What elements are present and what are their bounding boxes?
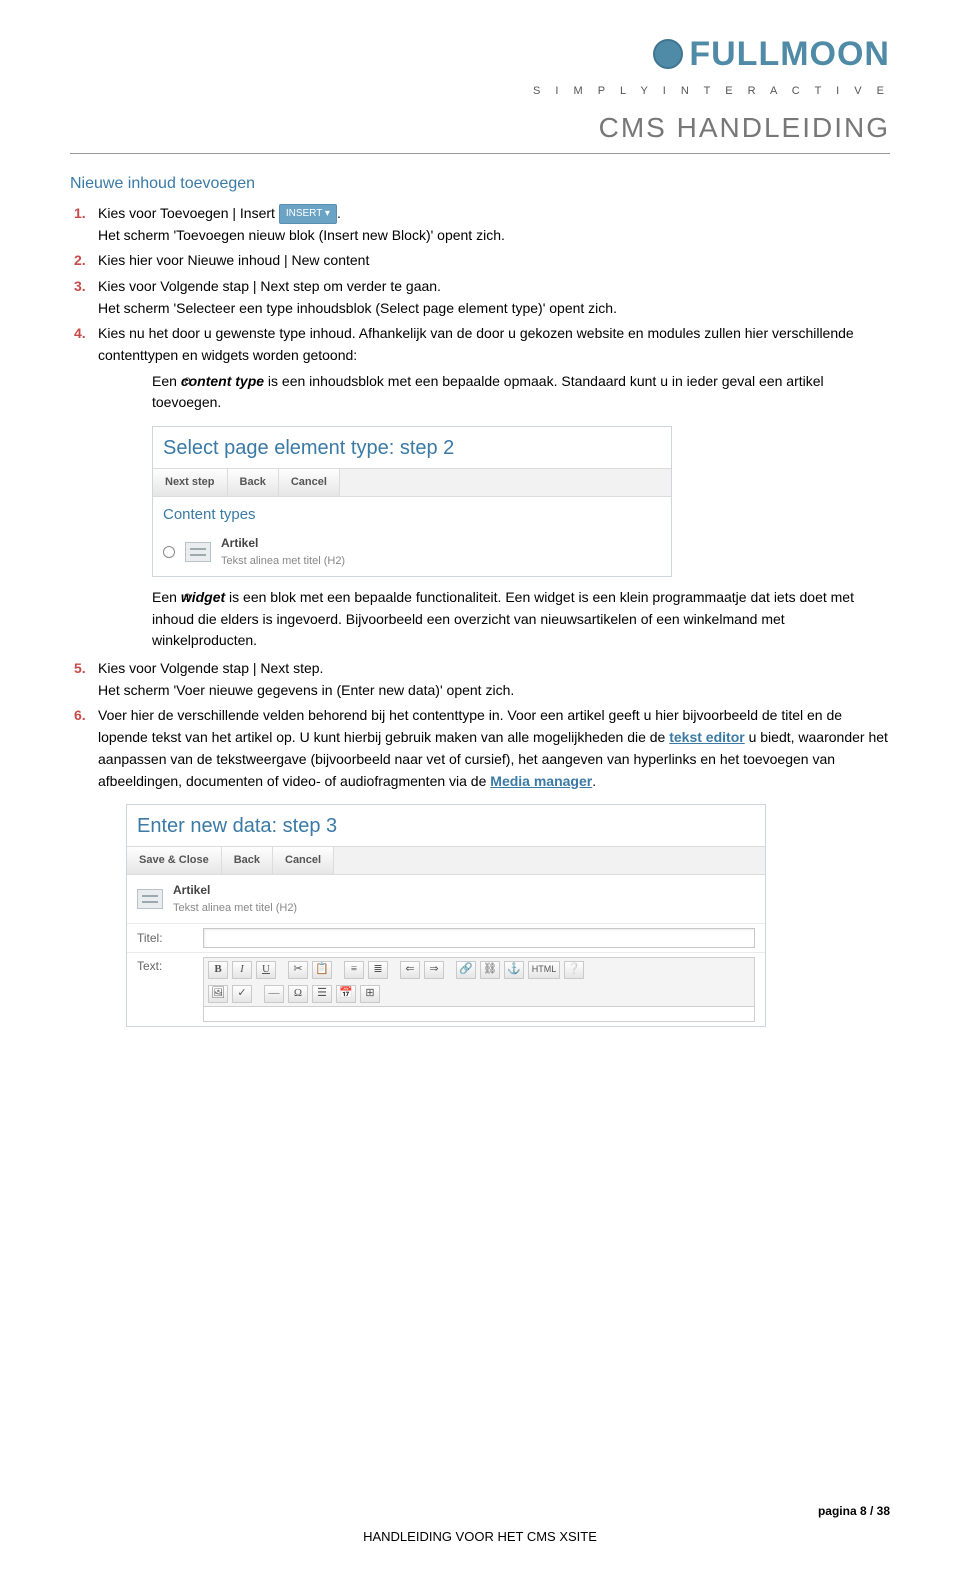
- media-manager-link[interactable]: Media manager: [490, 773, 592, 789]
- footer-title: HANDLEIDING VOOR HET CMS XSITE: [70, 1527, 890, 1547]
- unlink-button[interactable]: ⛓: [480, 961, 500, 979]
- step-text: Kies voor Toevoegen | Insert: [98, 205, 275, 221]
- image-button[interactable]: 🖼: [208, 985, 228, 1003]
- item-subtitle: Tekst alinea met titel (H2): [221, 553, 345, 570]
- brand-tagline: S I M P L Y I N T E R A C T I V E: [533, 83, 890, 100]
- next-step-button[interactable]: Next step: [153, 469, 228, 496]
- anchor-button[interactable]: ⚓: [504, 961, 524, 979]
- item-title: Artikel: [221, 534, 345, 553]
- paste-button[interactable]: 📋: [312, 961, 332, 979]
- html-button[interactable]: HTML: [528, 961, 560, 979]
- more-button[interactable]: ☰: [312, 985, 332, 1003]
- brand-name: FULLMOON: [689, 28, 890, 81]
- table-button[interactable]: ⊞: [360, 985, 380, 1003]
- step-number: 1.: [74, 203, 86, 225]
- title-row: Titel:: [127, 923, 765, 952]
- italic-button[interactable]: I: [232, 961, 252, 979]
- list-ol-button[interactable]: ≣: [368, 961, 388, 979]
- tekst-editor-link[interactable]: tekst editor: [669, 729, 744, 745]
- radio-icon[interactable]: [163, 546, 175, 558]
- back-button[interactable]: Back: [222, 847, 273, 874]
- text-label: Text:: [137, 957, 191, 976]
- section-heading: Nieuwe inhoud toevoegen: [70, 172, 890, 197]
- panel-enter-data: Enter new data: step 3 Save & Close Back…: [126, 804, 766, 1027]
- bold-button[interactable]: B: [208, 961, 228, 979]
- hr-button[interactable]: —: [264, 985, 284, 1003]
- page-footer: pagina 8 / 38 HANDLEIDING VOOR HET CMS X…: [70, 1502, 890, 1547]
- underline-button[interactable]: U: [256, 961, 276, 979]
- step-3: 3. Kies voor Volgende stap | Next step o…: [70, 276, 890, 319]
- article-thumb-icon: [185, 542, 211, 562]
- step-4: 4. Kies nu het door u gewenste type inho…: [70, 323, 890, 652]
- back-button[interactable]: Back: [228, 469, 279, 496]
- cancel-button[interactable]: Cancel: [273, 847, 334, 874]
- spellcheck-button[interactable]: ✓: [232, 985, 252, 1003]
- step-note: Het scherm 'Toevoegen nieuw blok (Insert…: [98, 225, 890, 247]
- insert-badge[interactable]: INSERT ▾: [279, 204, 337, 224]
- title-label: Titel:: [137, 929, 191, 948]
- editor-toolbar: B I U ✂ 📋 ≡ ≣ ⇐ ⇒: [203, 957, 755, 982]
- save-close-button[interactable]: Save & Close: [127, 847, 222, 874]
- text-editor-area[interactable]: [203, 1006, 755, 1022]
- panel-select-type: Select page element type: step 2 Next st…: [152, 426, 672, 577]
- date-button[interactable]: 📅: [336, 985, 356, 1003]
- help-button[interactable]: ❔: [564, 961, 584, 979]
- step-5: 5. Kies voor Volgende stap | Next step. …: [70, 658, 890, 701]
- article-thumb-icon: [137, 889, 163, 909]
- logo-icon: [653, 39, 683, 69]
- outdent-button[interactable]: ⇐: [400, 961, 420, 979]
- title-input[interactable]: [203, 928, 755, 948]
- step-note: Het scherm 'Selecteer een type inhoudsbl…: [98, 298, 890, 320]
- editor-toolbar-2: 🖼 ✓ — Ω ☰ 📅 ⊞: [203, 982, 755, 1006]
- text-row: Text: B I U ✂ 📋 ≡ ≣: [127, 952, 765, 1026]
- step-6: 6. Voer hier de verschillende velden beh…: [70, 705, 890, 1026]
- panel-title: Enter new data: step 3: [127, 805, 765, 846]
- step-2: 2. Kies hier voor Nieuwe inhoud | New co…: [70, 250, 890, 272]
- step-note: Het scherm 'Voer nieuwe gegevens in (Ent…: [98, 680, 890, 702]
- step-4-sub-b: o Een widget is een blok met een bepaald…: [152, 587, 890, 652]
- panel-title: Select page element type: step 2: [153, 427, 671, 468]
- doc-title: CMS HANDLEIDING: [70, 106, 890, 154]
- cut-button[interactable]: ✂: [288, 961, 308, 979]
- link-button[interactable]: 🔗: [456, 961, 476, 979]
- step-4-sub-a: o Een content type is een inhoudsblok me…: [152, 371, 890, 414]
- step-1: 1. Kies voor Toevoegen | Insert INSERT ▾…: [70, 203, 890, 246]
- page-number: pagina 8 / 38: [70, 1502, 890, 1521]
- indent-button[interactable]: ⇒: [424, 961, 444, 979]
- symbol-button[interactable]: Ω: [288, 985, 308, 1003]
- brand-header: FULLMOON S I M P L Y I N T E R A C T I V…: [70, 28, 890, 100]
- list-ul-button[interactable]: ≡: [344, 961, 364, 979]
- content-type-row[interactable]: Artikel Tekst alinea met titel (H2): [153, 528, 671, 576]
- content-type-header: Artikel Tekst alinea met titel (H2): [127, 875, 765, 923]
- cancel-button[interactable]: Cancel: [279, 469, 340, 496]
- content-types-label: Content types: [153, 497, 671, 528]
